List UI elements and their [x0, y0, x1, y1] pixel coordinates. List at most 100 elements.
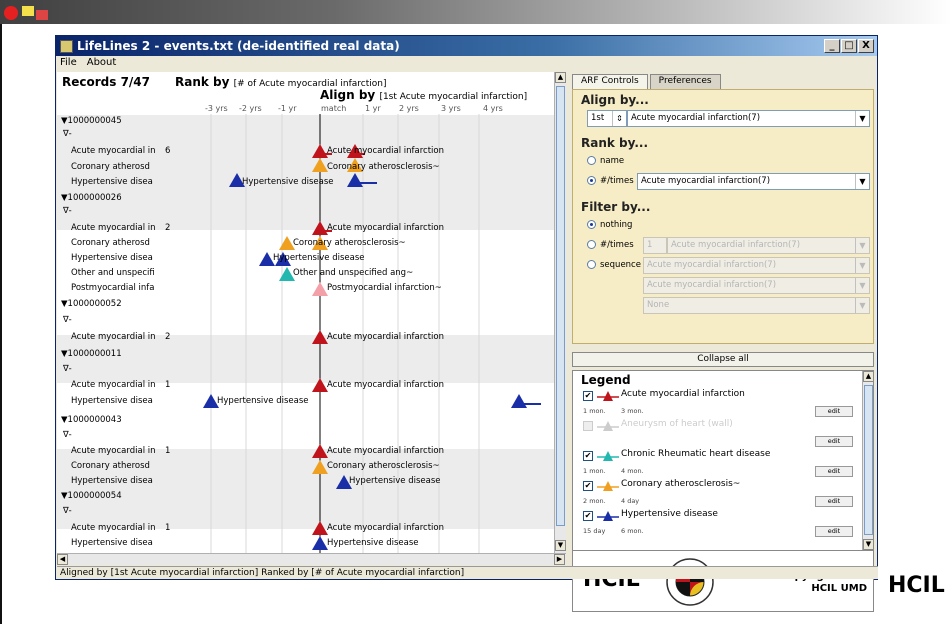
legend-edit-button[interactable]: edit [815, 436, 853, 447]
event-marker [312, 444, 328, 458]
legend-item: Aneurysm of heart (wall) edit [579, 419, 859, 450]
legend-max-gap: 4 mon. [621, 467, 644, 475]
records-horizontal-scrollbar[interactable]: ◀ ▶ [57, 553, 566, 565]
legend-item: ✔ Hypertensive disease 15 day 6 mon. edit [579, 509, 859, 540]
legend-min-gap: 1 mon. [583, 467, 606, 475]
align-event-value: Acute myocardial infarction(7) [631, 113, 761, 123]
title-bar[interactable]: LifeLines 2 - events.txt (de-identified … [56, 36, 877, 56]
umd-seal-icon [666, 558, 714, 606]
menu-file[interactable]: File [60, 56, 77, 70]
filter-nothing-radio[interactable]: nothing [587, 220, 632, 230]
menu-about[interactable]: About [87, 56, 117, 70]
filter-sequence-label: sequence [600, 260, 641, 270]
scroll-up-icon[interactable]: ▲ [555, 72, 566, 83]
corner-hcil-logo: HCIL [888, 573, 945, 598]
tab-arf-controls[interactable]: ARF Controls [572, 74, 648, 89]
slide-square-red [36, 10, 48, 20]
filter-by-title: Filter by... [581, 200, 651, 214]
legend-scrollbar[interactable]: ▲ ▼ [862, 371, 873, 551]
event-label: Acute myocardial infarction [327, 332, 444, 342]
filter-seq-select[interactable]: Acute myocardial infarction(7) ▼ [643, 277, 870, 294]
legend-item: ✔ Chronic Rheumatic heart disease 1 mon. 4 … [579, 449, 859, 480]
legend-min-gap: 1 mon. [583, 407, 606, 415]
tab-preferences[interactable]: Preferences [649, 74, 721, 89]
event-marker [312, 460, 328, 474]
status-bar: Aligned by [1st Acute myocardial infarct… [57, 566, 878, 579]
event-marker [312, 378, 328, 392]
event-label: Coronary atherosclerosis~ [293, 238, 406, 248]
collapse-all-button[interactable]: Collapse all [572, 352, 874, 367]
records-vertical-scrollbar[interactable]: ▲ ▼ [554, 72, 566, 553]
triangle-marker-icon [597, 511, 619, 521]
rank-event-select[interactable]: Acute myocardial infarction(7) ▼ [637, 173, 870, 190]
align-event-select[interactable]: Acute myocardial infarction(7) ▼ [627, 110, 870, 127]
close-button[interactable]: X [858, 39, 874, 53]
event-label: Acute myocardial infarction [327, 446, 444, 456]
legend-item-name: Aneurysm of heart (wall) [621, 419, 733, 429]
filter-times-radio[interactable]: #/times [587, 240, 634, 250]
legend-panel: Legend ✔ Acute myocardial infarction 1 mon… [572, 370, 874, 552]
legend-edit-button[interactable]: edit [815, 406, 853, 417]
legend-max-gap: 4 day [621, 497, 640, 505]
rank-name-radio[interactable]: name [587, 156, 624, 166]
maximize-button[interactable]: □ [841, 39, 857, 53]
legend-checkbox[interactable]: ✔ [583, 391, 593, 401]
slide-left-border [0, 24, 2, 624]
radio-icon[interactable] [587, 220, 596, 229]
filter-seq-select[interactable]: Acute myocardial infarction(7) ▼ [643, 257, 870, 274]
chevron-down-icon[interactable]: ▼ [855, 174, 869, 189]
filter-nothing-label: nothing [600, 220, 633, 230]
scroll-left-icon[interactable]: ◀ [57, 554, 68, 565]
scroll-down-icon[interactable]: ▼ [863, 539, 873, 550]
spinner-icon[interactable]: ⇕ [612, 111, 626, 126]
legend-checkbox[interactable]: ✔ [583, 511, 593, 521]
legend-checkbox[interactable]: ✔ [583, 481, 593, 491]
rank-times-radio[interactable]: #/times [587, 176, 634, 186]
copyright-line: HCIL UMD [811, 583, 867, 594]
legend-edit-button[interactable]: edit [815, 526, 853, 537]
event-marker [312, 521, 328, 535]
chevron-down-icon[interactable]: ▼ [855, 278, 869, 293]
event-label: Acute myocardial infarction [327, 523, 444, 533]
event-marker [312, 144, 328, 158]
legend-min-gap: 2 mon. [583, 497, 606, 505]
event-label: Coronary atherosclerosis~ [327, 162, 440, 172]
event-label: Other and unspecified ang~ [293, 268, 414, 278]
filter-times-select[interactable]: Acute myocardial infarction(7) ▼ [667, 237, 870, 254]
triangle-marker-icon [597, 391, 619, 401]
logo-panel: HCIL Copyright 2007 HCIL UMD [572, 550, 874, 612]
radio-icon[interactable] [587, 176, 596, 185]
chevron-down-icon[interactable]: ▼ [855, 238, 869, 253]
minimize-button[interactable]: _ [824, 39, 840, 53]
filter-seq-select[interactable]: None ▼ [643, 297, 870, 314]
control-tabs: ARF Controls Preferences [572, 74, 721, 89]
radio-icon[interactable] [587, 240, 596, 249]
filter-times-spinner[interactable]: 1 [643, 237, 667, 254]
legend-item: ✔ Acute myocardial infarction 1 mon. 3 mon.… [579, 389, 859, 420]
scroll-down-icon[interactable]: ▼ [555, 540, 566, 551]
rank-name-label: name [600, 156, 625, 166]
legend-item-name: Acute myocardial infarction [621, 389, 745, 399]
scroll-thumb[interactable] [556, 86, 565, 526]
chevron-down-icon[interactable]: ▼ [855, 298, 869, 313]
legend-max-gap: 6 mon. [621, 527, 644, 535]
scroll-thumb[interactable] [864, 385, 873, 535]
legend-checkbox[interactable] [583, 421, 593, 431]
scroll-right-icon[interactable]: ▶ [554, 554, 565, 565]
legend-checkbox[interactable]: ✔ [583, 451, 593, 461]
legend-edit-button[interactable]: edit [815, 496, 853, 507]
radio-icon[interactable] [587, 156, 596, 165]
control-panel: ARF Controls Preferences Align by... 1st… [568, 72, 876, 612]
event-label: Hypertensive disease [327, 538, 419, 548]
chevron-down-icon[interactable]: ▼ [855, 258, 869, 273]
slide-dot-red [4, 6, 18, 20]
chevron-down-icon[interactable]: ▼ [855, 111, 869, 126]
event-label: Hypertensive disease [273, 253, 365, 263]
legend-edit-button[interactable]: edit [815, 466, 853, 477]
event-label: Hypertensive disease [242, 177, 334, 187]
scroll-up-icon[interactable]: ▲ [863, 371, 873, 382]
align-ordinal-spinner[interactable]: 1st ⇕ [587, 110, 627, 127]
filter-sequence-radio[interactable]: sequence [587, 260, 641, 270]
legend-item-name: Chronic Rheumatic heart disease [621, 449, 771, 459]
radio-icon[interactable] [587, 260, 596, 269]
